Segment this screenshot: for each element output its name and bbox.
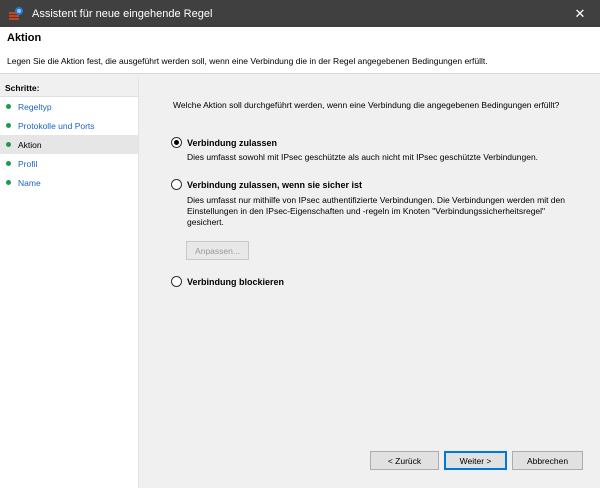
option-allow-description: Dies umfasst sowohl mit IPsec geschützte… <box>187 152 539 162</box>
steps-title: Schritte: <box>0 78 138 97</box>
steps-panel: Schritte: Regeltyp Protokolle und Ports … <box>0 78 138 488</box>
back-button[interactable]: < Zurück <box>370 451 439 470</box>
option-allow-secure-description: Dies umfasst nur mithilfe von IPsec auth… <box>187 195 565 227</box>
step-name[interactable]: Name <box>0 173 138 192</box>
option-allow[interactable]: Verbindung zulassen <box>171 137 277 148</box>
radio-block[interactable] <box>171 276 182 287</box>
option-allow-label: Verbindung zulassen <box>187 137 278 148</box>
close-icon[interactable]: ✕ <box>560 0 600 27</box>
radio-allow[interactable] <box>171 137 182 148</box>
option-block-label: Verbindung blockieren <box>187 276 285 287</box>
step-dot-icon <box>6 123 11 128</box>
step-label: Regeltyp <box>18 101 52 112</box>
page-header: Aktion Legen Sie die Aktion fest, die au… <box>0 27 600 74</box>
step-dot-icon <box>6 142 11 147</box>
next-button[interactable]: Weiter > <box>444 451 507 470</box>
step-label: Aktion <box>18 139 42 150</box>
window-title: Assistent für neue eingehende Regel <box>32 7 213 20</box>
step-dot-icon <box>6 104 11 109</box>
step-label: Name <box>18 177 41 188</box>
step-regeltyp[interactable]: Regeltyp <box>0 97 138 116</box>
step-profil[interactable]: Profil <box>0 154 138 173</box>
firewall-icon <box>8 6 24 22</box>
customize-button[interactable]: Anpassen... <box>186 241 249 260</box>
step-label: Protokolle und Ports <box>18 120 95 131</box>
step-dot-icon <box>6 180 11 185</box>
step-label: Profil <box>18 158 38 169</box>
action-question: Welche Aktion soll durchgeführt werden, … <box>173 100 560 110</box>
step-dot-icon <box>6 161 11 166</box>
option-allow-secure-label: Verbindung zulassen, wenn sie sicher ist <box>187 179 363 190</box>
page-description: Legen Sie die Aktion fest, die ausgeführ… <box>7 56 488 66</box>
step-protokolle[interactable]: Protokolle und Ports <box>0 116 138 135</box>
cancel-button[interactable]: Abbrechen <box>512 451 583 470</box>
option-allow-secure[interactable]: Verbindung zulassen, wenn sie sicher ist <box>171 179 362 190</box>
radio-allow-secure[interactable] <box>171 179 182 190</box>
content-panel: Welche Aktion soll durchgeführt werden, … <box>138 78 600 488</box>
option-block[interactable]: Verbindung blockieren <box>171 276 284 287</box>
title-bar: Assistent für neue eingehende Regel ✕ <box>0 0 600 27</box>
step-aktion[interactable]: Aktion <box>0 135 138 154</box>
page-title: Aktion <box>7 32 42 44</box>
